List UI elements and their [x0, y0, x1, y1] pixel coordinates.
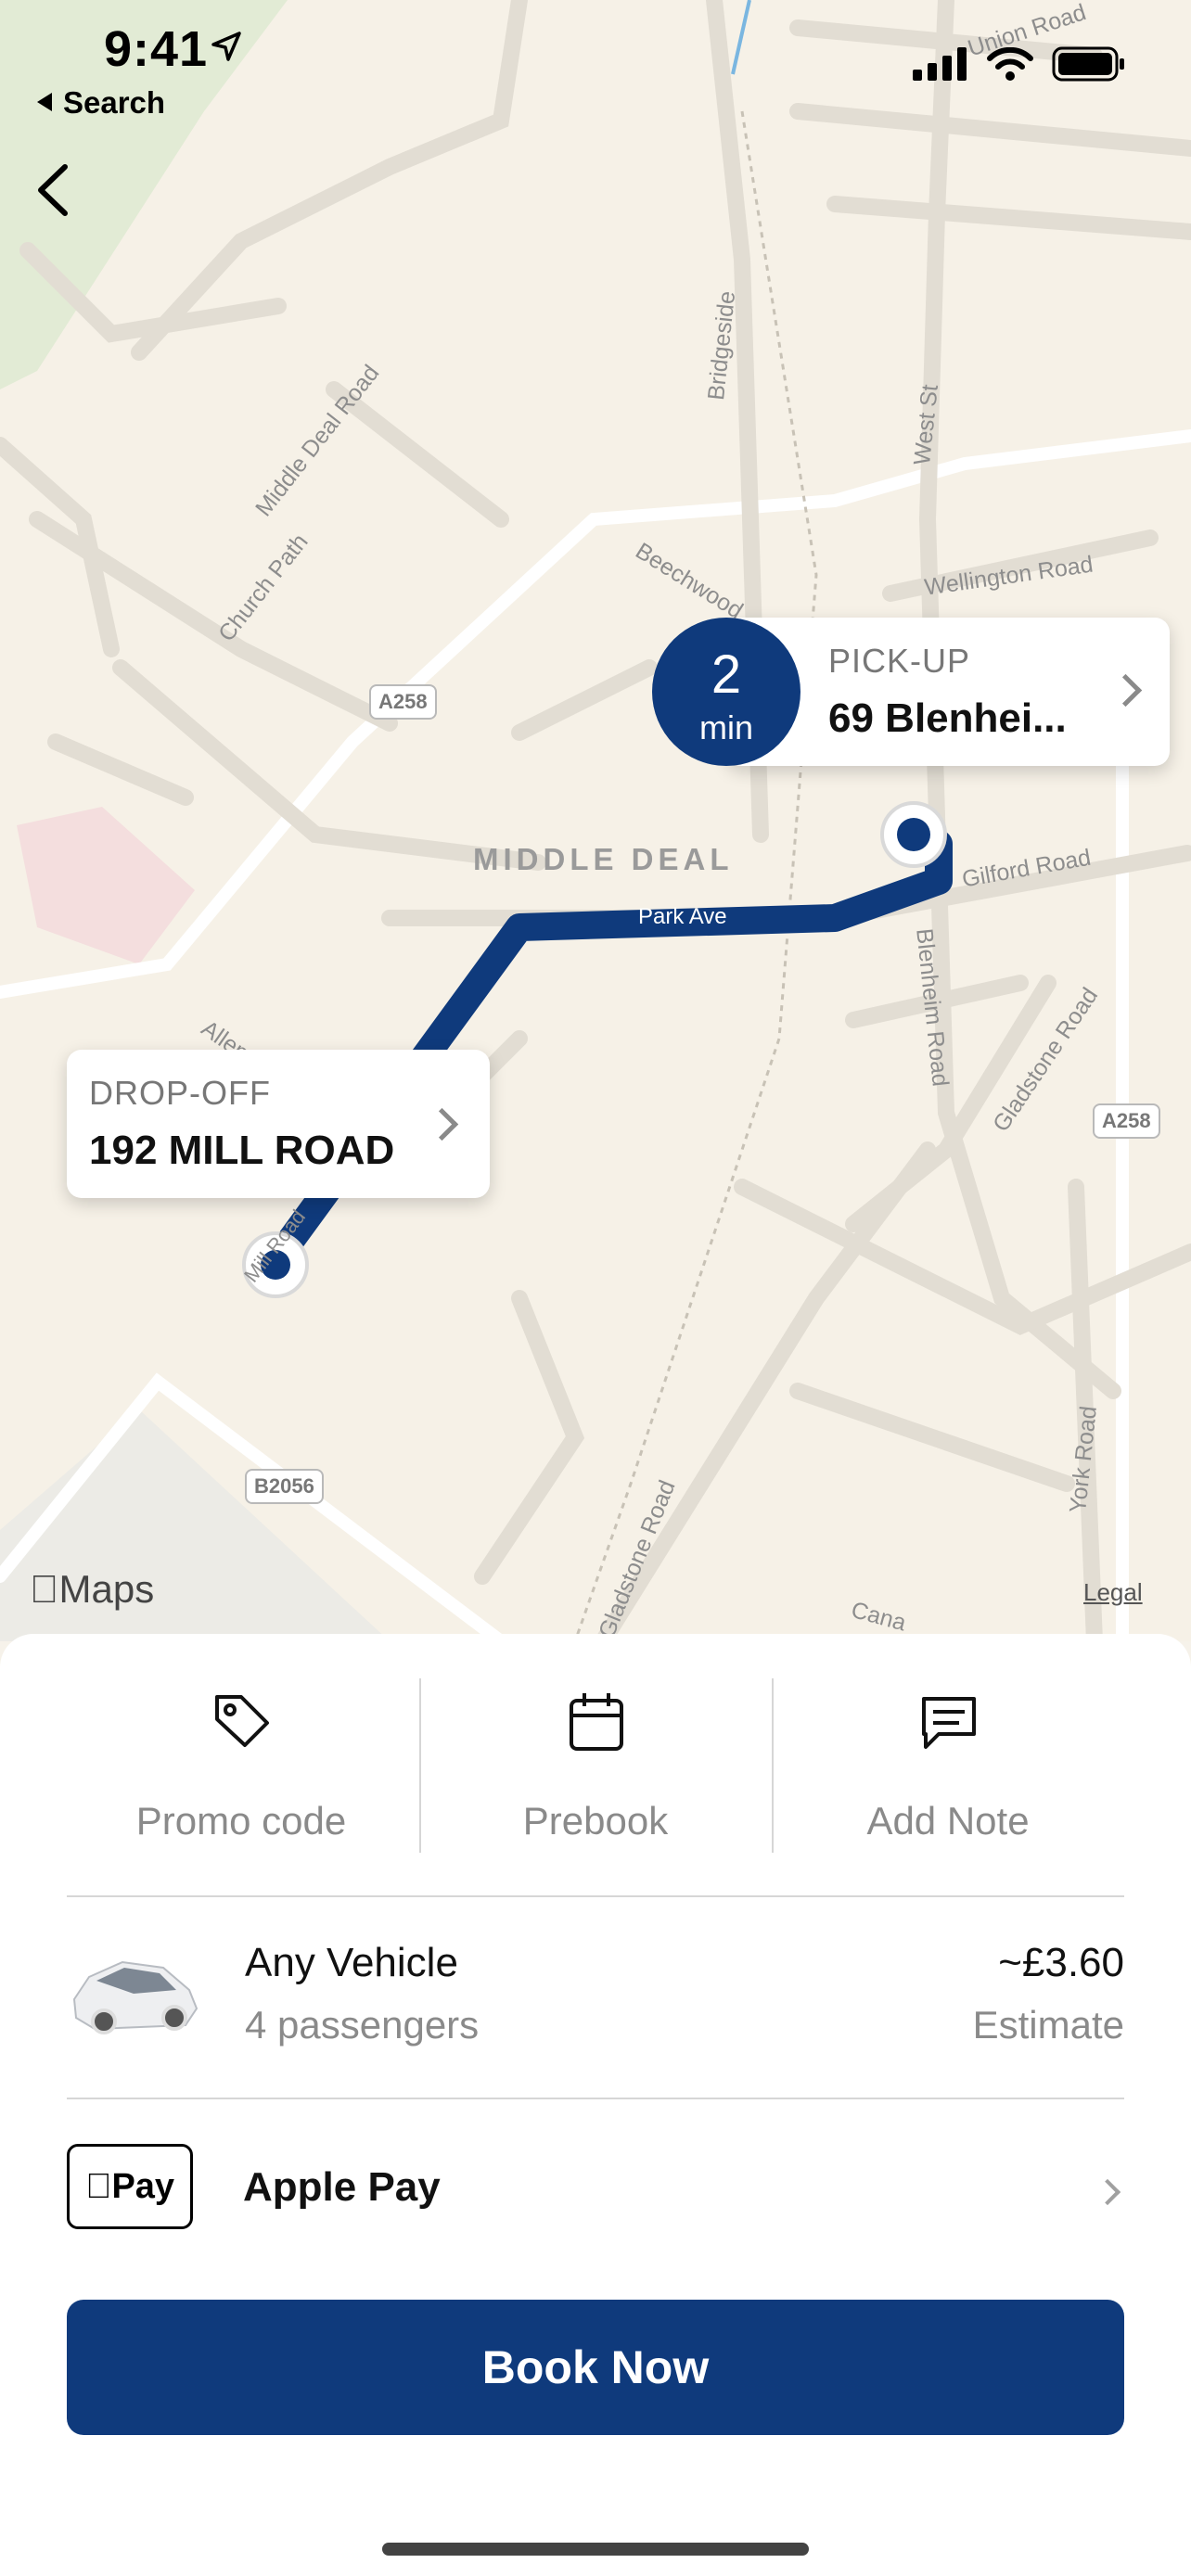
calendar-icon	[570, 1693, 623, 1751]
home-indicator	[382, 2543, 809, 2556]
apple-logo-icon: 	[85, 2167, 112, 2206]
dropoff-card[interactable]: DROP-OFF 192 MILL ROAD	[67, 1050, 490, 1198]
price-estimate: ~£3.60	[998, 1940, 1124, 1985]
back-to-search[interactable]: Search	[37, 85, 165, 121]
promo-code-button[interactable]: Promo code	[65, 1690, 417, 1856]
wifi-icon	[987, 47, 1033, 81]
back-triangle-icon	[37, 93, 52, 111]
prebook-button[interactable]: Prebook	[419, 1690, 772, 1856]
status-bar: 9:41 Search	[0, 0, 1191, 139]
chevron-right-icon	[425, 1107, 459, 1141]
price-note: Estimate	[972, 2003, 1124, 2047]
map-roads	[0, 0, 1191, 1641]
apple-pay-badge: Pay	[67, 2144, 193, 2229]
dropoff-label: DROP-OFF	[89, 1074, 271, 1112]
map-view[interactable]: Union Road Bridgeside West St Wellington…	[0, 0, 1191, 1641]
road-shield: A258	[1093, 1103, 1160, 1139]
dropoff-address: 192 MILL ROAD	[89, 1128, 395, 1173]
apple-logo-icon: 	[30, 1567, 59, 1611]
car-icon	[72, 1960, 198, 2034]
vehicle-name: Any Vehicle	[245, 1940, 458, 1985]
booking-sheet: Promo code Prebook Add Note Any Vehicle …	[0, 1634, 1191, 2576]
chevron-right-icon	[1094, 2178, 1121, 2206]
battery-icon	[1052, 46, 1124, 82]
vehicle-passengers: 4 passengers	[245, 2003, 480, 2047]
tag-icon	[215, 1695, 269, 1747]
book-now-button[interactable]: Book Now	[67, 2300, 1124, 2435]
add-note-button[interactable]: Add Note	[772, 1690, 1124, 1856]
eta-value: 2	[711, 644, 742, 705]
eta-badge: 2 min	[652, 618, 800, 766]
road-shield: A258	[369, 684, 437, 720]
divider	[67, 2098, 1124, 2099]
back-chevron-icon[interactable]	[28, 158, 83, 223]
road-label: Park Ave	[638, 904, 727, 929]
maps-attribution[interactable]: Maps	[30, 1567, 154, 1612]
pickup-card[interactable]: PICK-UP 69 Blenhei... 2 min	[652, 618, 1170, 766]
divider	[67, 1895, 1124, 1897]
pickup-address: 69 Blenhei...	[828, 695, 1067, 741]
legal-link[interactable]: Legal	[1083, 1578, 1143, 1607]
pickup-label: PICK-UP	[828, 642, 971, 680]
location-arrow-icon	[211, 32, 241, 61]
area-label: MIDDLE DEAL	[473, 842, 734, 876]
add-note-label: Add Note	[866, 1799, 1030, 1843]
promo-code-label: Promo code	[135, 1799, 347, 1843]
status-time: 9:41	[104, 21, 209, 77]
road-shield: B2056	[245, 1469, 324, 1504]
cellular-signal-icon	[913, 47, 967, 81]
status-icons	[913, 46, 1126, 82]
note-icon	[922, 1697, 976, 1749]
prebook-label: Prebook	[522, 1799, 669, 1843]
payment-method-label: Apple Pay	[243, 2164, 441, 2210]
chevron-right-icon	[1108, 673, 1143, 708]
eta-unit: min	[698, 708, 753, 746]
